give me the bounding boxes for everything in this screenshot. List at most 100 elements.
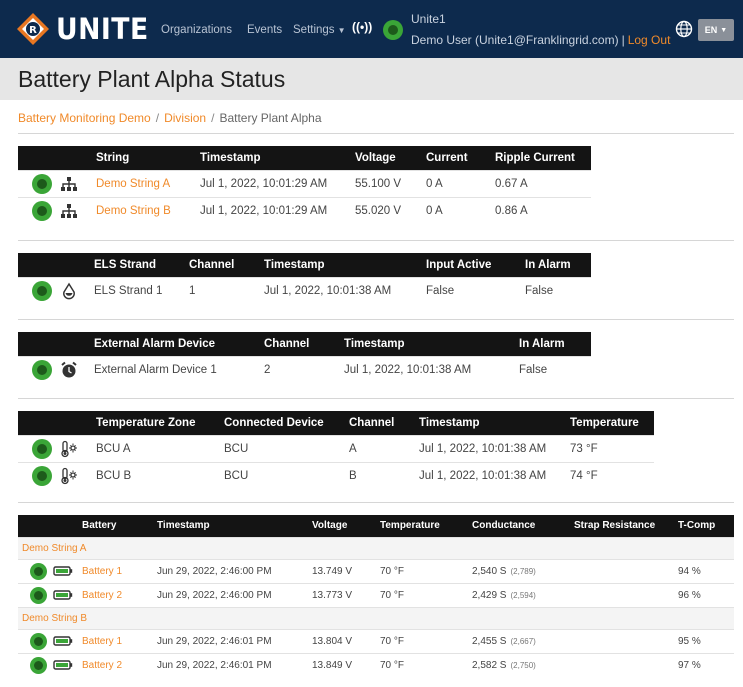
header-icons [18,332,90,356]
battery-name-link[interactable]: Battery 2 [78,582,153,607]
conductance-reference: (2,667) [510,636,536,646]
cell-input-active: False [422,276,521,304]
breadcrumb-separator: / [211,111,215,125]
cell-temperature-zone: BCU A [92,434,220,462]
breadcrumb-item-organization[interactable]: Battery Monitoring Demo [18,111,151,125]
table-header: ELS Strand Channel Timestamp Input Activ… [18,253,591,277]
temperature-table: Temperature Zone Connected Device Channe… [18,411,654,489]
breadcrumb-item-division[interactable]: Division [164,111,206,125]
group-row: Demo String B [18,606,734,629]
status-ok-icon [30,562,47,580]
header-timestamp: Timestamp [260,253,422,277]
table-row[interactable]: Demo String B Jul 1, 2022, 10:01:29 AM 5… [18,196,591,224]
breadcrumb-separator: / [155,111,160,125]
string-name-link[interactable]: Demo String B [92,196,196,224]
conductance-reference: (2,789) [510,566,536,576]
battery-name-link[interactable]: Battery 1 [78,628,153,653]
cell-temperature: 73 °F [566,434,654,462]
table-header: Battery Timestamp Voltage Temperature Co… [18,515,734,537]
caret-down-icon: ▼ [720,26,728,34]
nav-events[interactable]: Events [247,24,282,36]
cell-conductance: 2,455 S (2,667) [468,628,570,653]
table-row[interactable]: Battery 1 Jun 29, 2022, 2:46:01 PM 13.80… [18,628,734,653]
battery-icon [53,566,73,576]
status-ok-icon [30,632,47,650]
header-icons [18,146,92,170]
cell-connected-device: BCU [220,434,345,462]
battery-name-link[interactable]: Battery 2 [78,652,153,677]
thermometer-icon [61,440,77,457]
status-ok-icon [32,280,52,301]
header-external-alarm-device: External Alarm Device [90,332,260,356]
header-connected-device: Connected Device [220,411,345,435]
table-row[interactable]: BCU B BCU B Jul 1, 2022, 10:01:38 AM 74 … [18,461,654,489]
status-ok-icon [30,586,47,604]
cell-els-strand: ELS Strand 1 [90,276,185,304]
divider [18,240,734,241]
battery-name-link[interactable]: Battery 1 [78,558,153,583]
logout-link[interactable]: Log Out [628,33,671,47]
cell-voltage: 13.749 V [308,558,376,583]
row-icons [18,628,78,653]
row-icons [18,434,92,462]
header-timestamp: Timestamp [340,332,515,356]
header-icons [18,253,90,277]
strings-table: String Timestamp Voltage Current Ripple … [18,146,591,224]
globe-icon[interactable] [675,20,693,38]
status-ok-icon [30,656,47,674]
table-header: External Alarm Device Channel Timestamp … [18,332,591,356]
header-ripple-current: Ripple Current [491,146,591,170]
header-current: Current [422,146,491,170]
conductance-reference: (2,750) [510,660,536,670]
table-row[interactable]: ELS Strand 1 1 Jul 1, 2022, 10:01:38 AM … [18,276,591,304]
cell-current: 0 A [422,196,491,224]
brand-logo[interactable]: R UNITE [16,9,157,49]
cell-voltage: 13.849 V [308,652,376,677]
header-icons [18,411,92,435]
header-els-strand: ELS Strand [90,253,185,277]
alarm-clock-icon [61,361,77,378]
header-timestamp: Timestamp [196,146,351,170]
cell-temperature: 70 °F [376,652,468,677]
conductance-value: 2,455 S [472,635,507,647]
nav-organizations[interactable]: Organizations [161,24,232,36]
battery-table: Battery Timestamp Voltage Temperature Co… [18,515,734,677]
table-row[interactable]: Demo String A Jul 1, 2022, 10:01:29 AM 5… [18,169,591,197]
cell-timestamp: Jun 29, 2022, 2:46:00 PM [153,558,308,583]
table-row[interactable]: Battery 2 Jun 29, 2022, 2:46:00 PM 13.77… [18,582,734,607]
string-name-link[interactable]: Demo String A [92,169,196,197]
table-row[interactable]: Battery 1 Jun 29, 2022, 2:46:00 PM 13.74… [18,558,734,583]
cell-t-comp: 97 % [674,652,734,677]
cell-temperature: 74 °F [566,461,654,489]
header-voltage: Voltage [351,146,422,170]
cell-timestamp: Jul 1, 2022, 10:01:38 AM [415,461,566,489]
cell-conductance: 2,429 S (2,594) [468,582,570,607]
header-temperature: Temperature [566,411,654,435]
divider [18,398,734,399]
status-ok-icon [32,438,52,459]
header-t-comp: T-Comp [674,515,734,537]
cell-voltage: 55.020 V [351,196,422,224]
group-name[interactable]: Demo String B [18,606,734,629]
cell-ripple-current: 0.67 A [491,169,591,197]
user-info: Demo User (Unite1@Franklingrid.com) | Log … [411,33,670,47]
language-select[interactable]: EN ▼ [698,19,734,41]
status-ok-icon [32,359,52,380]
battery-icon [53,636,73,646]
row-icons [18,196,92,224]
header-temperature: Temperature [376,515,468,537]
cell-voltage: 13.773 V [308,582,376,607]
cell-in-alarm: False [521,276,591,304]
cell-voltage: 13.804 V [308,628,376,653]
table-row[interactable]: BCU A BCU A Jul 1, 2022, 10:01:38 AM 73 … [18,434,654,462]
cell-t-comp: 94 % [674,558,734,583]
cell-temperature: 70 °F [376,558,468,583]
cell-temperature: 70 °F [376,628,468,653]
group-name[interactable]: Demo String A [18,536,734,559]
signal-icon[interactable]: ((•)) [352,20,372,34]
table-row[interactable]: External Alarm Device 1 2 Jul 1, 2022, 1… [18,355,591,383]
nav-settings[interactable]: Settings ▼ [293,24,345,36]
top-navbar: R UNITE Organizations Events Settings ▼ (… [0,0,743,58]
table-row[interactable]: Battery 2 Jun 29, 2022, 2:46:01 PM 13.84… [18,652,734,677]
battery-icon [53,660,73,670]
